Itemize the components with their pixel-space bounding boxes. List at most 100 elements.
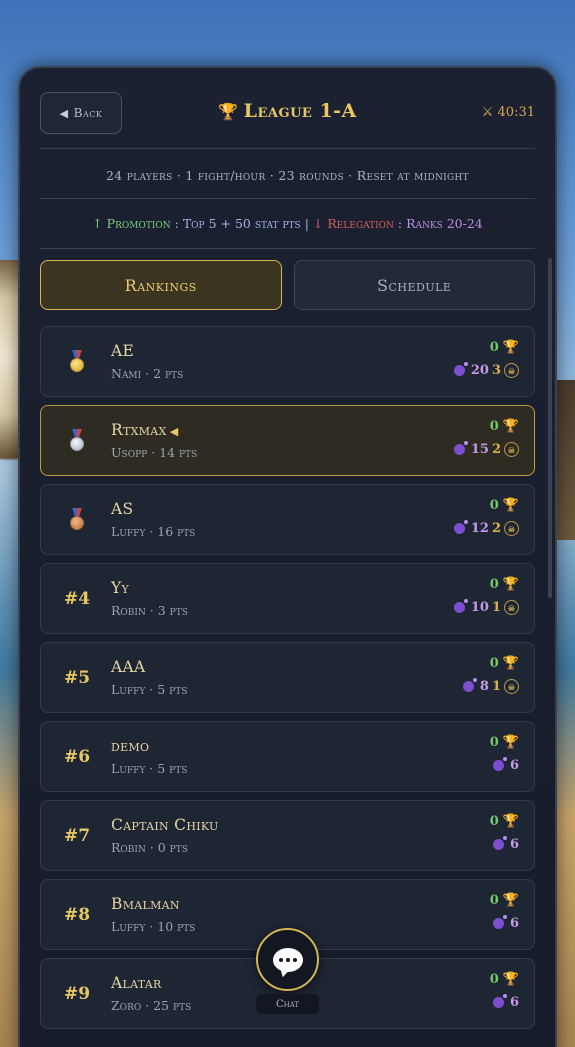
trophy-icon: 🏆	[502, 735, 519, 750]
stat-value: 6	[509, 995, 519, 1010]
player-name: Alatar	[111, 974, 162, 992]
player-name-text: Alatar	[111, 974, 162, 992]
bronze-medal-icon	[68, 507, 86, 532]
chat-label: Chat	[256, 994, 319, 1014]
gold-medal-icon	[68, 349, 86, 374]
stat-value: 8	[479, 679, 489, 694]
stat-value: 6	[509, 916, 519, 931]
relegation-value: Ranks 20-24	[406, 216, 483, 231]
bomb-icon	[492, 757, 507, 771]
wins-count: 0 🏆	[490, 893, 519, 908]
player-name-text: AAA	[111, 658, 146, 676]
wins-count: 0 🏆	[490, 656, 519, 671]
ranking-row[interactable]: #6 demo Luffy · 5 pts 0 🏆 6	[40, 721, 535, 792]
player-name: AAA	[111, 658, 145, 676]
rank-indicator: #7	[55, 801, 99, 870]
tab-bar: Rankings Schedule	[40, 260, 535, 310]
rank-number: #8	[63, 904, 91, 925]
round-timer: ⚔ 40:31	[482, 105, 535, 120]
player-name-text: Captain Chiku	[111, 816, 219, 834]
scrollbar[interactable]	[548, 258, 552, 598]
player-name: Rtxmax ◀	[111, 421, 178, 439]
stat-value: 20	[470, 363, 489, 378]
ranking-row[interactable]: AS Luffy · 16 pts 0 🏆 12 2 ☠	[40, 484, 535, 555]
promotion-relegation-rules: ↑ Promotion : Top 5 + 50 stat pts | ↓ Re…	[92, 216, 483, 231]
divider	[40, 148, 535, 149]
stat-value: 12	[470, 521, 489, 536]
stat-value: 15	[470, 442, 489, 457]
rank-indicator: #6	[55, 722, 99, 791]
rank-indicator: #9	[55, 959, 99, 1028]
player-name: Captain Chiku	[111, 816, 219, 834]
stat-summary: 20 3 ☠	[453, 362, 519, 378]
rank-number: #9	[63, 983, 91, 1004]
trophy-icon: 🏆	[502, 893, 519, 908]
gold-value: 2	[491, 521, 501, 536]
chat-button[interactable]	[256, 928, 319, 991]
ranking-row[interactable]: #5 AAA Luffy · 5 pts 0 🏆 8 1 ☠	[40, 642, 535, 713]
player-character-points: Luffy · 5 pts	[111, 682, 188, 697]
divider	[40, 198, 535, 199]
player-name-text: demo	[111, 737, 150, 755]
wins-count: 0 🏆	[490, 498, 519, 513]
trophy-icon: 🏆	[502, 419, 519, 434]
bomb-icon	[462, 678, 477, 692]
coin-icon: ☠	[504, 679, 519, 694]
tab-schedule-label: Schedule	[377, 275, 452, 295]
silver-medal-icon	[68, 428, 86, 453]
stat-summary: 12 2 ☠	[453, 520, 519, 536]
tab-rankings-label: Rankings	[124, 275, 197, 295]
rank-indicator: #8	[55, 880, 99, 949]
player-name: AE	[111, 342, 134, 360]
player-name: demo	[111, 737, 149, 755]
rank-indicator	[55, 485, 99, 554]
ranking-row[interactable]: Rtxmax ◀ Usopp · 14 pts 0 🏆 15 2 ☠	[40, 405, 535, 476]
rank-number: #4	[63, 588, 91, 609]
page-title-text: League 1-A	[243, 100, 357, 122]
tab-schedule[interactable]: Schedule	[293, 260, 535, 310]
stat-summary: 8 1 ☠	[462, 678, 519, 694]
player-character-points: Zoro · 25 pts	[111, 998, 192, 1013]
player-character-points: Nami · 2 pts	[111, 366, 184, 381]
wins-value: 0	[489, 814, 499, 829]
tab-rankings[interactable]: Rankings	[40, 260, 282, 310]
bomb-icon	[492, 915, 507, 929]
player-name-text: AE	[111, 342, 135, 360]
relegation-label: ↓ Relegation	[312, 216, 394, 231]
wins-count: 0 🏆	[490, 419, 519, 434]
stat-summary: 6	[492, 836, 519, 852]
coin-icon: ☠	[504, 600, 519, 615]
wins-value: 0	[489, 577, 499, 592]
player-character-points: Luffy · 5 pts	[111, 761, 188, 776]
trophy-icon: 🏆	[218, 102, 239, 121]
coin-icon: ☠	[504, 363, 519, 378]
trophy-icon: 🏆	[502, 972, 519, 987]
stat-summary: 6	[492, 915, 519, 931]
wins-value: 0	[489, 419, 499, 434]
ranking-row[interactable]: AE Nami · 2 pts 0 🏆 20 3 ☠	[40, 326, 535, 397]
promotion-value: Top 5 + 50 stat pts	[182, 216, 301, 231]
wins-value: 0	[489, 893, 499, 908]
ranking-row[interactable]: #4 Yy Robin · 3 pts 0 🏆 10 1 ☠	[40, 563, 535, 634]
player-character-points: Usopp · 14 pts	[111, 445, 198, 460]
bomb-icon	[453, 520, 468, 534]
player-character-points: Robin · 0 pts	[111, 840, 188, 855]
header: ◀ Back 🏆 League 1-A ⚔ 40:31	[40, 92, 535, 136]
player-name-text: AS	[111, 500, 134, 518]
trophy-icon: 🏆	[502, 498, 519, 513]
page-title: 🏆 League 1-A	[40, 100, 535, 122]
rank-number: #7	[63, 825, 91, 846]
player-character-points: Luffy · 10 pts	[111, 919, 196, 934]
rank-indicator	[55, 406, 99, 475]
rank-number: #5	[63, 667, 91, 688]
player-character-points: Robin · 3 pts	[111, 603, 188, 618]
wins-value: 0	[489, 498, 499, 513]
stat-value: 6	[509, 837, 519, 852]
gold-value: 1	[491, 600, 501, 615]
rules-separator: |	[304, 216, 309, 231]
rank-indicator: #4	[55, 564, 99, 633]
ranking-row[interactable]: #7 Captain Chiku Robin · 0 pts 0 🏆 6	[40, 800, 535, 871]
divider	[40, 248, 535, 249]
player-name-text: Rtxmax	[111, 421, 167, 439]
player-character-points: Luffy · 16 pts	[111, 524, 196, 539]
